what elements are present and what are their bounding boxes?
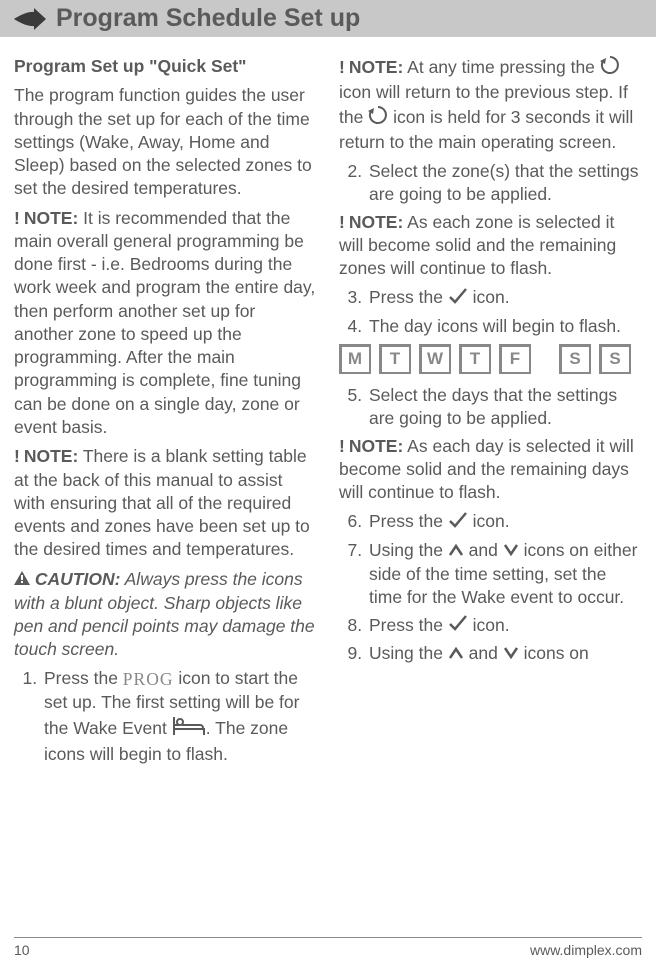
step-item: Press the icon. [367, 614, 642, 639]
step-list: Select the zone(s) that the settings are… [339, 160, 642, 207]
paragraph: The program function guides the user thr… [14, 84, 317, 200]
chevron-down-icon [503, 540, 519, 563]
note-block: !NOTE: As each day is selected it will b… [339, 435, 642, 505]
page-title: Program Schedule Set up [56, 4, 360, 33]
step-text: icon. [468, 615, 510, 635]
day-box-sat: S [559, 344, 591, 374]
content-columns: Program Set up "Quick Set" The program f… [0, 37, 656, 770]
step-item: Select the days that the settings are go… [367, 384, 642, 431]
step-list: Press the icon. The day icons will begin… [339, 286, 642, 338]
note-label: NOTE: [24, 208, 78, 228]
bang-icon: ! [339, 57, 345, 77]
back-arrow-icon [600, 55, 620, 81]
bang-icon: ! [339, 436, 345, 456]
step-item: Press the icon. [367, 286, 642, 311]
note-block: !NOTE: As each zone is selected it will … [339, 211, 642, 281]
chevron-down-icon [503, 643, 519, 666]
step-list: Press the icon. Using the and icons on e… [339, 510, 642, 666]
page-footer: 10 www.dimplex.com [14, 937, 642, 958]
caution-block: CAUTION: Always press the icons with a b… [14, 568, 317, 662]
step-item: Press the icon. [367, 510, 642, 535]
day-icons-row: M T W T F S S [339, 344, 642, 374]
section-heading: Program Set up "Quick Set" [14, 55, 317, 78]
note-body: At any time pressing the [403, 57, 600, 77]
note-block: !NOTE: There is a blank setting table at… [14, 445, 317, 561]
bed-icon [172, 715, 206, 743]
step-list: Press the PROG icon to start the set up.… [14, 667, 317, 766]
checkmark-icon [448, 287, 468, 311]
day-box-wed: W [419, 344, 451, 374]
step-item: Using the and icons on either side of th… [367, 539, 642, 610]
step-item: The day icons will begin to flash. [367, 315, 642, 338]
note-block: !NOTE: It is recommended that the main o… [14, 207, 317, 440]
note-label: NOTE: [349, 57, 403, 77]
step-text: Press the [369, 615, 448, 635]
note-label: NOTE: [349, 436, 403, 456]
pointer-right-icon [12, 8, 46, 30]
day-box-tue: T [379, 344, 411, 374]
note-block: !NOTE: At any time pressing the icon wil… [339, 55, 642, 154]
step-text: and [464, 643, 503, 663]
caution-label: CAUTION: [35, 569, 121, 589]
step-text: Press the [44, 668, 123, 688]
back-arrow-icon [368, 105, 388, 131]
warning-triangle-icon [14, 568, 30, 591]
step-item: Using the and icons on [367, 642, 642, 666]
step-text: Using the [369, 540, 448, 560]
note-label: NOTE: [24, 446, 78, 466]
header-bar: Program Schedule Set up [0, 0, 656, 37]
bang-icon: ! [14, 446, 20, 466]
day-gap [539, 344, 551, 374]
prog-button-icon: PROG [123, 668, 174, 691]
step-text: icon. [468, 511, 510, 531]
checkmark-icon [448, 614, 468, 638]
day-box-sun: S [599, 344, 631, 374]
step-text: and [464, 540, 503, 560]
step-item: Select the zone(s) that the settings are… [367, 160, 642, 207]
chevron-up-icon [448, 643, 464, 666]
chevron-up-icon [448, 540, 464, 563]
step-text: icons on [519, 643, 589, 663]
day-box-fri: F [499, 344, 531, 374]
day-box-thu: T [459, 344, 491, 374]
checkmark-icon [448, 511, 468, 535]
note-label: NOTE: [349, 212, 403, 232]
footer-url: www.dimplex.com [530, 942, 642, 958]
step-text: Press the [369, 287, 448, 307]
note-body: It is recommended that the main overall … [14, 208, 315, 437]
step-text: Press the [369, 511, 448, 531]
day-box-mon: M [339, 344, 371, 374]
step-text: Using the [369, 643, 448, 663]
step-item: Press the PROG icon to start the set up.… [42, 667, 317, 766]
left-column: Program Set up "Quick Set" The program f… [14, 55, 317, 770]
bang-icon: ! [339, 212, 345, 232]
step-list: Select the days that the settings are go… [339, 384, 642, 431]
page-number: 10 [14, 942, 30, 958]
bang-icon: ! [14, 208, 20, 228]
step-text: icon. [468, 287, 510, 307]
right-column: !NOTE: At any time pressing the icon wil… [339, 55, 642, 770]
